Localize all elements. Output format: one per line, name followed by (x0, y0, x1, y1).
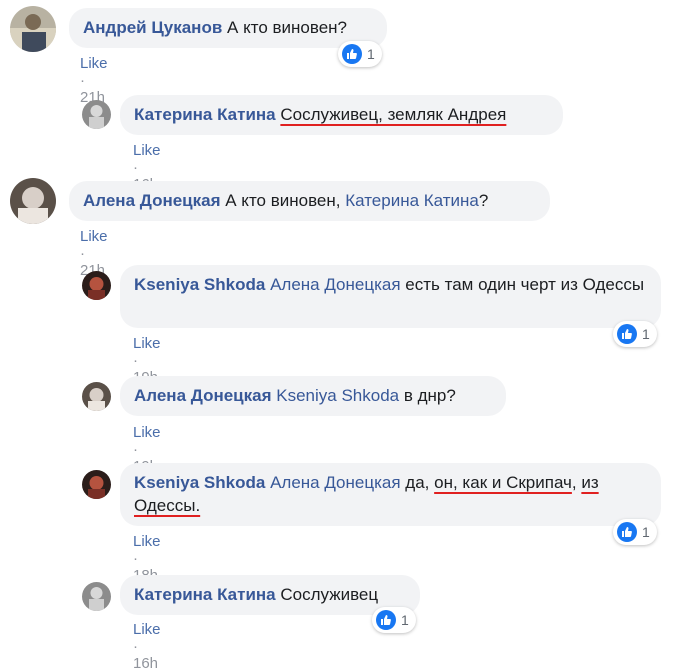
avatar[interactable] (82, 582, 111, 611)
comment-bubble: Андрей Цуканов А кто виновен? (69, 8, 387, 48)
author-name[interactable]: Kseniya Shkoda (134, 275, 265, 294)
comment-bubble: Катерина Катина Сослуживец, земляк Андре… (120, 95, 563, 135)
author-name[interactable]: Катерина Катина (134, 105, 276, 124)
comment-bubble: Kseniya Shkoda Алена Донецкая да, он, ка… (120, 463, 661, 526)
timestamp[interactable]: 16h (133, 655, 158, 672)
reaction-count[interactable]: 1 (613, 519, 657, 545)
avatar[interactable] (82, 382, 111, 411)
like-link[interactable]: Like (80, 228, 108, 245)
like-link[interactable]: Like (133, 335, 161, 352)
separator: · (133, 352, 138, 369)
comment-text: в днр? (403, 386, 456, 405)
mention-link[interactable]: Алена Донецкая (270, 275, 401, 294)
comment-text-underlined: он, как и Скрипач (434, 473, 572, 492)
reaction-number: 1 (642, 524, 650, 540)
avatar[interactable] (82, 100, 111, 129)
comment-bubble: Катерина Катина Сослуживец (120, 575, 420, 615)
mention-link[interactable]: Kseniya Shkoda (276, 386, 399, 405)
avatar[interactable] (82, 470, 111, 499)
thumbs-up-icon (617, 324, 637, 344)
thumbs-up-icon (617, 522, 637, 542)
comment-bubble: Kseniya Shkoda Алена Донецкая есть там о… (120, 265, 661, 328)
mention-link[interactable]: Алена Донецкая (270, 473, 401, 492)
avatar[interactable] (82, 271, 111, 300)
thumbs-up-icon (342, 44, 362, 64)
reaction-number: 1 (642, 326, 650, 342)
comment-bubble: Алена Донецкая А кто виновен, Катерина К… (69, 181, 550, 221)
separator: · (80, 72, 85, 89)
separator: · (133, 638, 138, 655)
author-name[interactable]: Андрей Цуканов (83, 18, 222, 37)
reaction-number: 1 (401, 612, 409, 628)
comment-text: есть там один черт из Одессы (405, 275, 645, 294)
avatar[interactable] (10, 178, 56, 224)
author-name[interactable]: Катерина Катина (134, 585, 276, 604)
comment-text: Сослуживец, земляк Андрея (280, 105, 507, 124)
comment-text: Сослуживец (280, 585, 379, 604)
like-link[interactable]: Like (133, 142, 161, 159)
comment-meta: Like · 21h (80, 55, 108, 106)
reaction-count[interactable]: 1 (613, 321, 657, 347)
separator: · (80, 245, 85, 262)
reaction-number: 1 (367, 46, 375, 62)
like-link[interactable]: Like (133, 533, 161, 550)
like-link[interactable]: Like (133, 621, 161, 638)
separator: · (133, 441, 138, 458)
author-name[interactable]: Kseniya Shkoda (134, 473, 265, 492)
comment-text: А кто виновен, (225, 191, 346, 210)
comment-text: А кто виновен? (227, 18, 348, 37)
like-link[interactable]: Like (80, 55, 108, 72)
comment-suffix: ? (478, 191, 489, 210)
comment-text-comma: , (571, 473, 577, 492)
comment-meta: Like · 16h (133, 621, 161, 672)
mention-link[interactable]: Катерина Катина (345, 191, 479, 210)
separator: · (133, 550, 138, 567)
comment-text: да, (405, 473, 430, 492)
avatar[interactable] (10, 6, 56, 52)
author-name[interactable]: Алена Донецкая (134, 386, 272, 405)
thumbs-up-icon (376, 610, 396, 630)
reaction-count[interactable]: 1 (338, 41, 382, 67)
reaction-count[interactable]: 1 (372, 607, 416, 633)
separator: · (133, 159, 138, 176)
comment-bubble: Алена Донецкая Kseniya Shkoda в днр? (120, 376, 506, 416)
author-name[interactable]: Алена Донецкая (83, 191, 221, 210)
like-link[interactable]: Like (133, 424, 161, 441)
